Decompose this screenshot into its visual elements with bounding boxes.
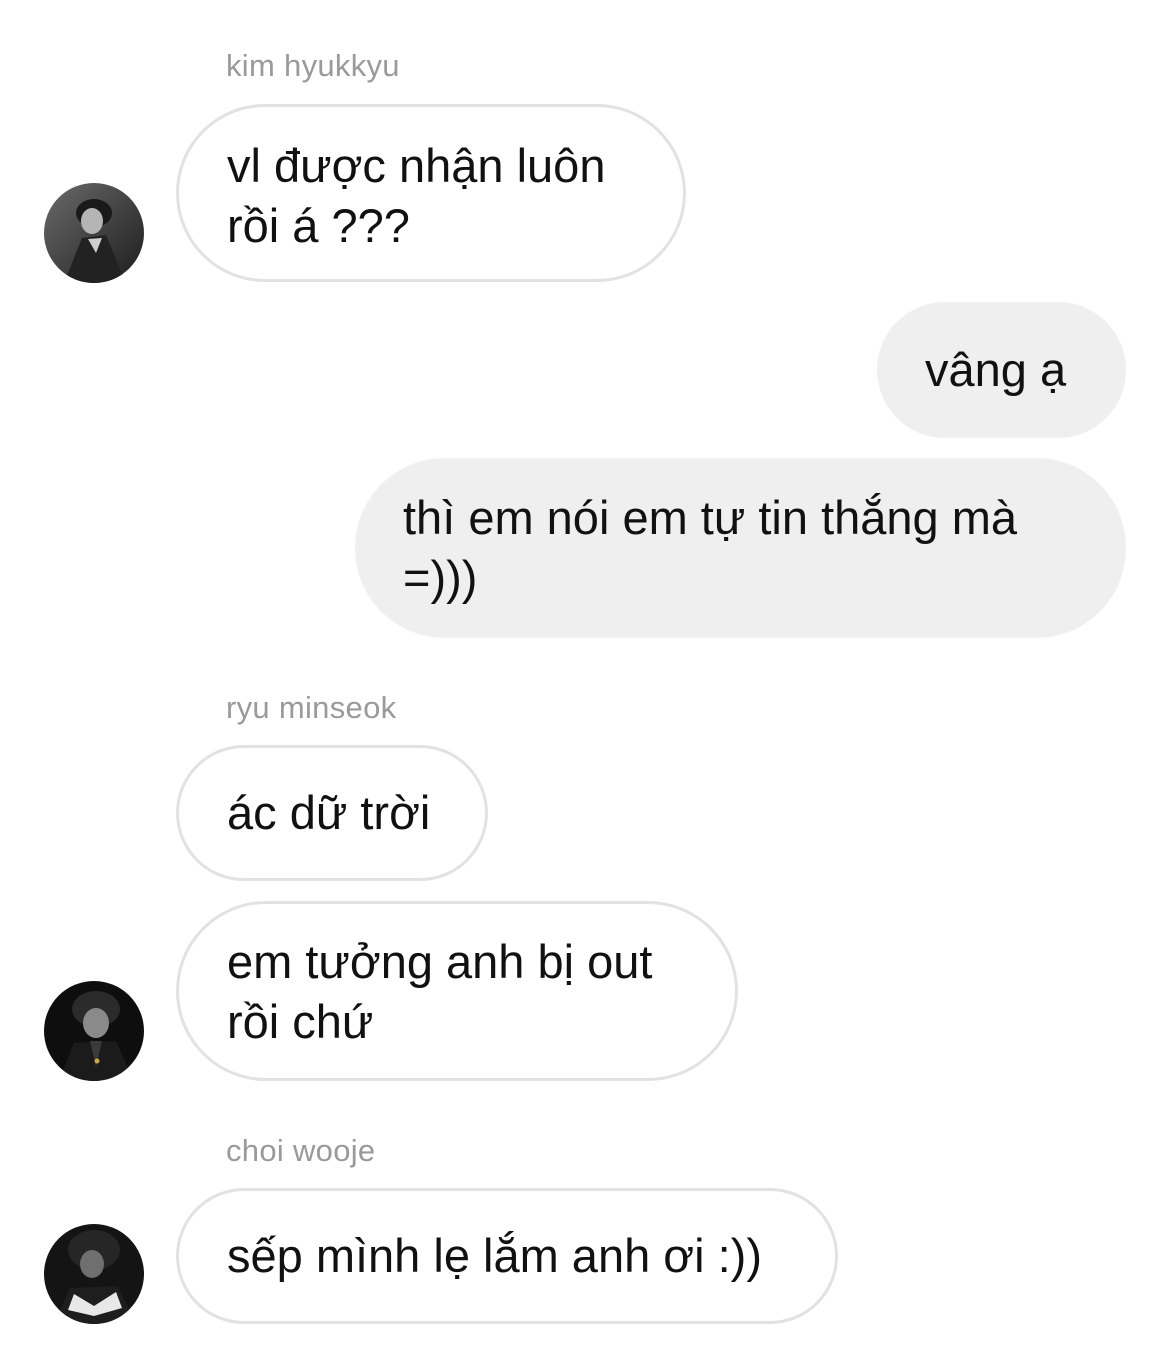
sender-name: kim hyukkyu bbox=[226, 48, 400, 83]
message-text: =))) bbox=[403, 551, 478, 604]
message-text: vl được nhận luôn bbox=[227, 139, 606, 192]
profile-photo-icon bbox=[44, 1224, 144, 1324]
incoming-message-bubble[interactable]: em tưởng anh bị out rồi chứ bbox=[176, 901, 738, 1081]
incoming-message-bubble[interactable]: sếp mình lẹ lắm anh ơi :)) bbox=[176, 1188, 838, 1324]
message-text: em tưởng anh bị out bbox=[227, 935, 653, 988]
message-text: ác dữ trời bbox=[227, 786, 431, 839]
outgoing-message-bubble[interactable]: thì em nói em tự tin thắng mà =))) bbox=[355, 458, 1126, 638]
message-text: rồi á ??? bbox=[227, 199, 410, 252]
profile-photo-icon bbox=[44, 183, 144, 283]
outgoing-message-bubble[interactable]: vâng ạ bbox=[877, 302, 1126, 438]
avatar[interactable] bbox=[44, 183, 144, 283]
message-text: vâng ạ bbox=[925, 343, 1067, 396]
message-text: rồi chứ bbox=[227, 995, 374, 1048]
profile-photo-icon bbox=[44, 981, 144, 1081]
avatar[interactable] bbox=[44, 981, 144, 1081]
message-text: thì em nói em tự tin thắng mà bbox=[403, 491, 1018, 544]
incoming-message-bubble[interactable]: ác dữ trời bbox=[176, 745, 488, 881]
message-text: sếp mình lẹ lắm anh ơi :)) bbox=[227, 1229, 762, 1282]
sender-name: ryu minseok bbox=[226, 690, 397, 725]
incoming-message-bubble[interactable]: vl được nhận luôn rồi á ??? bbox=[176, 104, 686, 282]
avatar[interactable] bbox=[44, 1224, 144, 1324]
sender-name: choi wooje bbox=[226, 1133, 376, 1168]
